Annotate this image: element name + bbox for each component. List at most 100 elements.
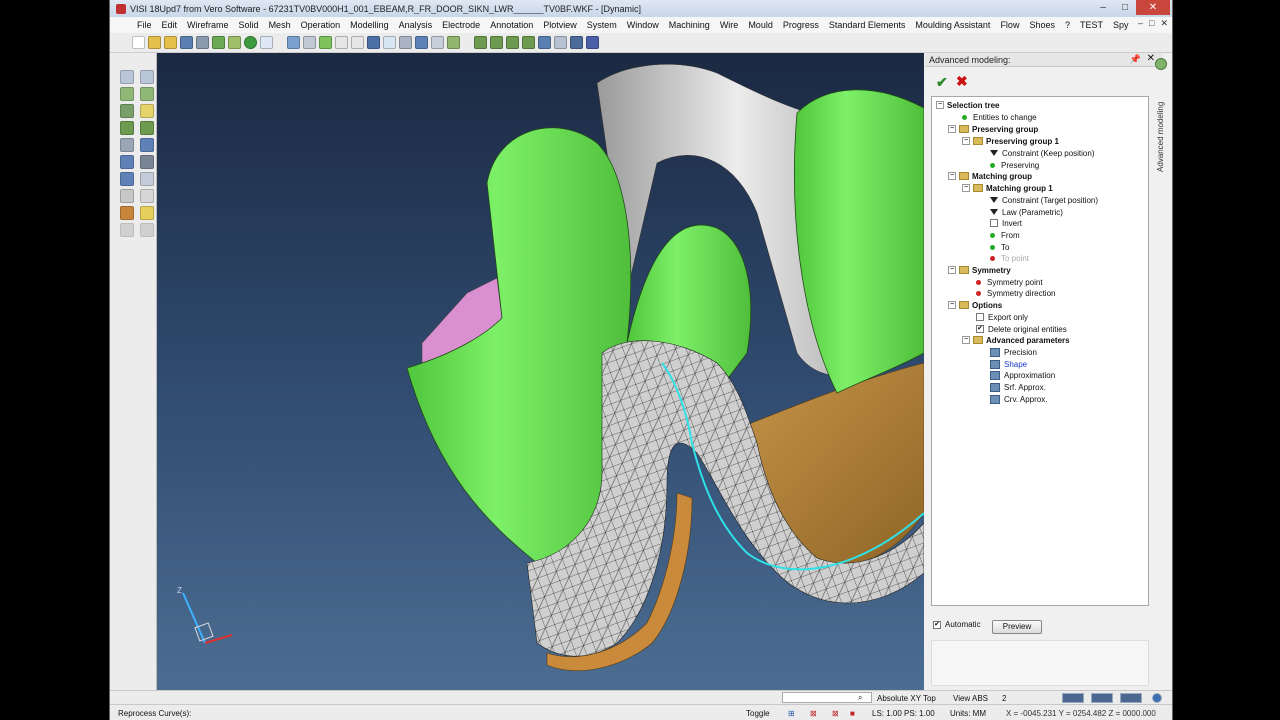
- status-color-box-1[interactable]: [1062, 693, 1084, 703]
- tree-item-constraint-target-position[interactable]: Constraint (Target position): [990, 194, 1098, 206]
- checkbox-checked[interactable]: ✔: [976, 325, 984, 333]
- tree-item-preserving-group-1[interactable]: − Preserving group 1: [962, 135, 1059, 147]
- pen-icon[interactable]: [140, 87, 154, 101]
- status-color-box-2[interactable]: [1091, 693, 1113, 703]
- back-arrow-icon[interactable]: [120, 223, 134, 237]
- open-file-icon[interactable]: [148, 36, 161, 49]
- collapse-icon[interactable]: −: [962, 336, 970, 344]
- menu-analysis[interactable]: Analysis: [394, 20, 438, 30]
- select-icon[interactable]: [120, 70, 134, 84]
- tree-item-to-point[interactable]: To point: [988, 252, 1029, 264]
- advanced-modeling-vertical-tab[interactable]: Advanced modeling: [1155, 72, 1169, 172]
- status-globe-icon[interactable]: [1152, 693, 1162, 703]
- tool-c-icon[interactable]: [506, 36, 519, 49]
- export-icon[interactable]: [228, 36, 241, 49]
- box-select-icon[interactable]: [120, 87, 134, 101]
- mdi-minimize-button[interactable]: –: [1138, 18, 1143, 29]
- print-icon[interactable]: [196, 36, 209, 49]
- absolute-xy-top[interactable]: Absolute XY Top: [877, 692, 936, 704]
- automatic-option[interactable]: ✔ Automatic: [933, 620, 981, 629]
- transparent-icon[interactable]: [383, 36, 396, 49]
- question-icon[interactable]: [120, 172, 134, 186]
- menu-wireframe[interactable]: Wireframe: [182, 20, 234, 30]
- tools-icon[interactable]: [120, 206, 134, 220]
- frame-icon[interactable]: [140, 172, 154, 186]
- tree-item-symmetry[interactable]: − Symmetry: [948, 264, 1011, 276]
- stamp-icon[interactable]: [120, 138, 134, 152]
- tree-item-preserving-group[interactable]: − Preserving group: [948, 123, 1038, 135]
- layer-icon[interactable]: [367, 36, 380, 49]
- magic-icon[interactable]: [140, 206, 154, 220]
- menu-flow[interactable]: Flow: [995, 20, 1024, 30]
- tree-item-from[interactable]: From: [988, 229, 1020, 241]
- grid-toggle-icon[interactable]: ⊞: [788, 707, 795, 719]
- collapse-icon[interactable]: −: [948, 172, 956, 180]
- minimize-button[interactable]: –: [1092, 0, 1114, 15]
- tree-item-approximation[interactable]: Approximation: [990, 369, 1055, 381]
- forward-arrow-icon[interactable]: [140, 223, 154, 237]
- curve-icon[interactable]: [140, 121, 154, 135]
- status-color-box-3[interactable]: [1120, 693, 1142, 703]
- menu-moulding-assistant[interactable]: Moulding Assistant: [910, 20, 995, 30]
- tool-e-icon[interactable]: [538, 36, 551, 49]
- collapse-icon[interactable]: −: [948, 266, 956, 274]
- menu-progress[interactable]: Progress: [778, 20, 824, 30]
- tool-f-icon[interactable]: [554, 36, 567, 49]
- toggle-button[interactable]: Toggle: [746, 707, 770, 719]
- menu-electrode[interactable]: Electrode: [437, 20, 485, 30]
- menu-file[interactable]: File: [132, 20, 157, 30]
- grid-icon[interactable]: [447, 36, 460, 49]
- tree-item-invert[interactable]: Invert: [990, 217, 1022, 229]
- tool-a-icon[interactable]: [474, 36, 487, 49]
- menu-system[interactable]: System: [582, 20, 622, 30]
- tool-g-icon[interactable]: [570, 36, 583, 49]
- solid-icon[interactable]: [319, 36, 332, 49]
- checkbox-unchecked[interactable]: [976, 313, 984, 321]
- new-file-icon[interactable]: [132, 36, 145, 49]
- collapse-icon[interactable]: −: [948, 301, 956, 309]
- tree-item-srf-approx[interactable]: Srf. Approx.: [990, 381, 1046, 393]
- move-icon[interactable]: [120, 121, 134, 135]
- advanced-modeling-tab-icon[interactable]: [1155, 58, 1167, 70]
- corner-icon[interactable]: [120, 104, 134, 118]
- cross-select-icon[interactable]: [140, 70, 154, 84]
- menu-mesh[interactable]: Mesh: [264, 20, 296, 30]
- search-icon[interactable]: ⌕: [858, 692, 862, 704]
- wireframe-icon[interactable]: [431, 36, 444, 49]
- import-icon[interactable]: [212, 36, 225, 49]
- panel-close-button[interactable]: ✕: [1147, 53, 1155, 64]
- surface-icon[interactable]: [140, 138, 154, 152]
- automatic-checkbox[interactable]: ✔: [933, 620, 941, 629]
- menu-solid[interactable]: Solid: [234, 20, 264, 30]
- menu-mould[interactable]: Mould: [743, 20, 778, 30]
- tree-item-crv-approx[interactable]: Crv. Approx.: [990, 393, 1047, 405]
- collapse-icon[interactable]: −: [948, 125, 956, 133]
- tool-d-icon[interactable]: [522, 36, 535, 49]
- tree-item-advanced-parameters[interactable]: − Advanced parameters: [962, 334, 1070, 346]
- menu-standard-elements[interactable]: Standard Elements: [824, 20, 911, 30]
- open-folder-icon[interactable]: [164, 36, 177, 49]
- tool-b-icon[interactable]: [490, 36, 503, 49]
- preview-button[interactable]: Preview: [992, 620, 1042, 634]
- menu-operation[interactable]: Operation: [296, 20, 346, 30]
- mdi-close-button[interactable]: ✕: [1160, 18, 1168, 29]
- menu-annotation[interactable]: Annotation: [485, 20, 538, 30]
- menu-spy[interactable]: Spy: [1108, 20, 1134, 30]
- cylinder-icon[interactable]: [303, 36, 316, 49]
- close-button[interactable]: ✕: [1136, 0, 1170, 15]
- view-abs[interactable]: View ABS: [953, 692, 988, 704]
- tree-item-symmetry-direction[interactable]: Symmetry direction: [974, 287, 1055, 299]
- ortho-toggle-icon[interactable]: ⊠: [832, 707, 839, 719]
- collapse-icon[interactable]: −: [962, 184, 970, 192]
- snap-toggle-icon[interactable]: ⊠: [810, 707, 817, 719]
- menu-wire[interactable]: Wire: [715, 20, 744, 30]
- shaded-icon[interactable]: [415, 36, 428, 49]
- ok-check-icon[interactable]: ✔: [936, 74, 948, 91]
- box-icon[interactable]: [140, 155, 154, 169]
- globe-icon[interactable]: [244, 36, 257, 49]
- cancel-x-icon[interactable]: ✖: [956, 73, 968, 90]
- pin-icon[interactable]: 📌: [1130, 54, 1141, 65]
- rotate-view-icon[interactable]: [287, 36, 300, 49]
- scale-icon[interactable]: [140, 189, 154, 203]
- rotate-icon[interactable]: [120, 155, 134, 169]
